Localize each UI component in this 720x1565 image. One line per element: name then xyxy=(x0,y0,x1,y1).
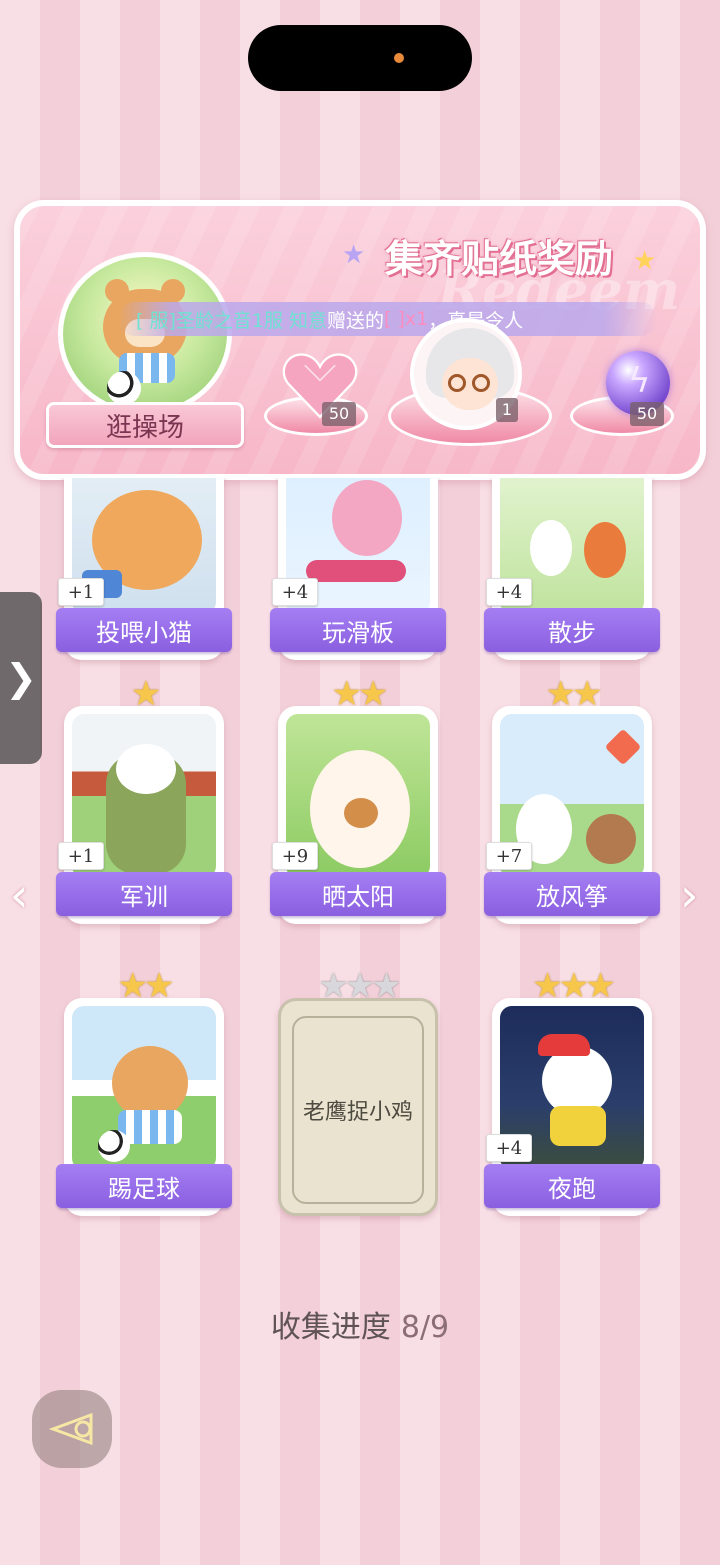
back-arrow-icon xyxy=(48,1412,93,1446)
chevron-right-icon: ❯ xyxy=(5,656,37,700)
sticker-card[interactable]: ★★★ +4 夜跑 xyxy=(484,966,660,1222)
sticker-card[interactable]: +4 玩滑板 xyxy=(270,478,446,666)
sticker-card[interactable]: ★★ +7 放风筝 xyxy=(484,674,660,930)
star-rating: ★★★ xyxy=(532,966,615,1006)
sticker-label: 散步 xyxy=(484,608,660,652)
sticker-card[interactable]: +1 投喂小猫 xyxy=(56,478,232,666)
soccer-bear-illustration xyxy=(72,1006,216,1170)
sticker-label: 投喂小猫 xyxy=(56,608,232,652)
reward-qty: 50 xyxy=(630,402,664,426)
sticker-label: 夜跑 xyxy=(484,1164,660,1208)
ticker-verb: 赠送的 xyxy=(327,309,385,332)
count-badge: +4 xyxy=(486,1134,532,1162)
count-badge: +9 xyxy=(272,842,318,870)
panel-title: 集齐贴纸奖励 xyxy=(385,237,614,281)
camera-dot xyxy=(394,53,404,63)
ticker-user: [ 服]圣龄之音1服 知意 xyxy=(136,309,327,332)
sticker-grid: +1 投喂小猫 +4 玩滑板 +4 散步 ★ +1 军训 ★★ +9 晒太阳 ★… xyxy=(0,478,720,1258)
sticker-label: 玩滑板 xyxy=(270,608,446,652)
sticker-label: 踢足球 xyxy=(56,1164,232,1208)
sticker-card[interactable]: ★★ 踢足球 xyxy=(56,966,232,1222)
star-rating: ★ xyxy=(130,674,161,714)
progress-value: 8/9 xyxy=(400,1310,450,1345)
side-drawer-tab[interactable]: ❯ xyxy=(0,592,42,764)
star-rating: ★★ xyxy=(331,674,389,714)
count-badge: +1 xyxy=(58,578,104,606)
count-badge: +4 xyxy=(486,578,532,606)
count-badge: +7 xyxy=(486,842,532,870)
sticker-label: 晒太阳 xyxy=(270,872,446,916)
reward-qty: 50 xyxy=(322,402,356,426)
sticker-reward-panel: Redeem ★ 集齐贴纸奖励 ★ 逛操场 [ 服]圣龄之音1服 知意 赠送的 … xyxy=(14,200,706,480)
progress-label: 收集进度 xyxy=(270,1310,391,1345)
reward-qty: 1 xyxy=(496,398,518,422)
prev-page-arrow[interactable]: ‹ xyxy=(10,868,28,922)
star-icon: ★ xyxy=(342,240,366,270)
sticker-label: 军训 xyxy=(56,872,232,916)
star-rating: ★★ xyxy=(117,966,175,1006)
locked-sticker-card[interactable]: 老鹰捉小鸡 ★★★ xyxy=(270,966,446,1222)
star-rating: ★★ xyxy=(545,674,603,714)
sticker-card[interactable]: ★★ +9 晒太阳 xyxy=(270,674,446,930)
gift-ticker: [ 服]圣龄之音1服 知意 赠送的 [ ]x1 ，真是令人 xyxy=(118,302,658,336)
count-badge: +1 xyxy=(58,842,104,870)
next-page-arrow[interactable]: › xyxy=(680,868,698,922)
sticker-card[interactable]: ★ +1 军训 xyxy=(56,674,232,930)
badge-label: 逛操场 xyxy=(46,402,244,448)
collection-progress: 收集进度 8/9 xyxy=(0,1302,720,1346)
sticker-label: 放风筝 xyxy=(484,872,660,916)
locked-sticker-title: 老鹰捉小鸡 xyxy=(292,1016,424,1204)
soccer-ball-icon xyxy=(107,371,141,405)
sticker-card[interactable]: +4 散步 xyxy=(484,478,660,666)
ticker-item: [ ]x1 xyxy=(384,308,429,330)
camera-notch xyxy=(248,25,472,91)
back-button[interactable] xyxy=(32,1390,112,1468)
star-rating: ★★★ xyxy=(318,966,401,1006)
star-icon: ★ xyxy=(633,246,657,276)
count-badge: +4 xyxy=(272,578,318,606)
